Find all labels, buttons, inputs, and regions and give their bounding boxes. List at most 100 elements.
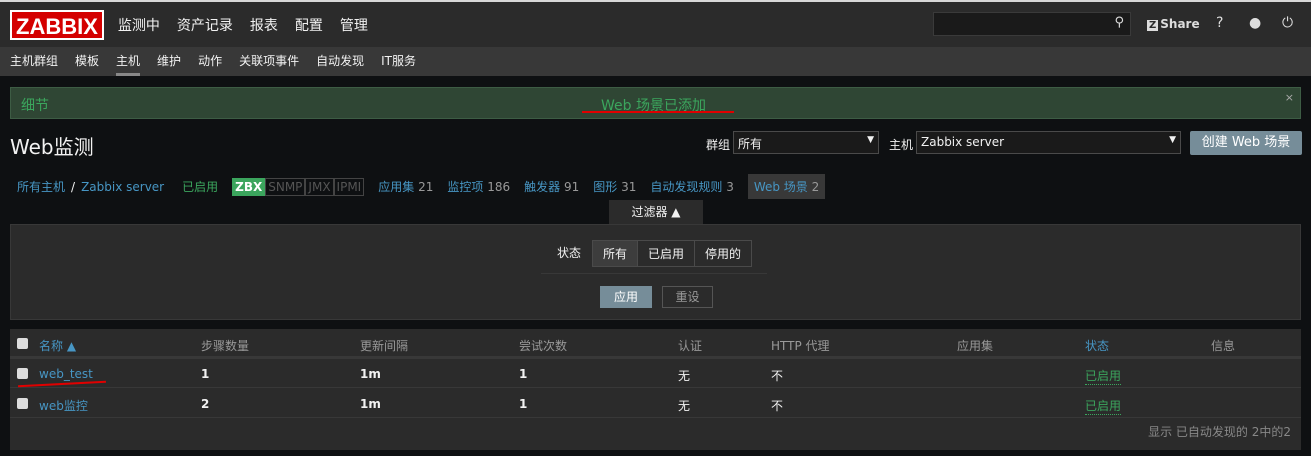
status-option-all[interactable]: 所有 [593,241,639,266]
main-menu: 监测中 资产记录 报表 配置 管理 [118,15,385,35]
submenu-templates[interactable]: 模板 [75,47,99,76]
help-icon[interactable]: ? [1216,15,1223,31]
status-option-enabled[interactable]: 已启用 [638,241,696,266]
host-link[interactable]: Zabbix server [81,180,164,194]
success-message: 细节 Web 场景已添加 × [10,87,1301,119]
host-select[interactable]: Zabbix server ▼ [916,131,1181,154]
submenu-actions[interactable]: 动作 [198,47,222,76]
steps: 2 [201,397,210,411]
all-hosts-link[interactable]: 所有主机 [17,178,65,195]
share-logo: Z [1147,20,1159,31]
submenu-maintenance[interactable]: 维护 [157,47,181,76]
status-toggle[interactable]: 已启用 [1085,397,1122,415]
interval: 1m [360,367,381,381]
share-label: Share [1160,17,1200,31]
details-link[interactable]: 细节 [21,95,49,115]
link-count: 31 [621,180,637,194]
tag-zbx: ZBX [232,177,266,196]
link-count: 186 [487,180,511,194]
row-checkbox[interactable] [17,368,28,379]
header-name[interactable]: 名称 ▲ [39,337,76,354]
search-input[interactable]: ⚲ [933,12,1131,36]
header-info: 信息 [1211,339,1236,353]
host-status[interactable]: 已启用 [182,178,218,195]
header-attempts: 尝试次数 [519,339,568,353]
http-proxy: 不 [771,399,784,413]
scenario-name-link[interactable]: web_test [39,367,93,381]
status-label: 状态 [557,246,582,260]
header-auth: 认证 [678,339,703,353]
triggers-link[interactable]: 触发器 91 [524,178,579,195]
header-interval: 更新间隔 [360,339,409,353]
table-footer-count: 显示 已自动发现的 2中的2 [1148,425,1291,439]
select-all-checkbox[interactable] [17,338,28,349]
search-icon[interactable]: ⚲ [1114,15,1124,30]
menu-administration[interactable]: 管理 [340,15,368,35]
tag-snmp: SNMP [265,177,306,196]
share-button[interactable]: Z Share [1147,17,1200,31]
auth: 无 [678,369,691,383]
power-icon[interactable]: ⏻ [1282,15,1293,31]
link-count: 3 [726,180,734,194]
link-count: 91 [563,180,580,194]
user-icon[interactable]: ● [1249,15,1261,31]
header-applications: 应用集 [957,339,994,353]
link-label: 触发器 [524,180,561,194]
group-value: 所有 [738,137,763,151]
menu-inventory[interactable]: 资产记录 [177,15,233,35]
host-value: Zabbix server [921,135,1005,149]
link-label: Web 场景 [753,180,808,194]
interval: 1m [360,397,381,411]
submenu-event-correlation[interactable]: 关联项事件 [239,47,299,76]
apply-button[interactable]: 应用 [600,286,652,308]
auth: 无 [678,399,691,413]
chevron-down-icon: ▼ [867,135,874,145]
close-icon[interactable]: × [1285,91,1294,104]
attempts: 1 [519,367,528,381]
header-steps: 步骤数量 [201,339,250,353]
availability-tags: ZBX SNMP JMX IPMI [232,177,365,196]
graphs-link[interactable]: 图形 31 [593,178,636,195]
http-proxy: 不 [771,369,784,383]
chevron-down-icon: ▼ [1169,135,1176,145]
table-row: web监控 2 1m 1 无 不 已启用 [10,389,1301,418]
reset-button[interactable]: 重设 [662,286,713,308]
steps: 1 [201,367,210,381]
status-toggle[interactable]: 已启用 [1085,367,1122,385]
items-link[interactable]: 监控项 186 [447,178,510,195]
menu-reports[interactable]: 报表 [250,15,278,35]
web-scenarios-table: 名称 ▲ 步骤数量 更新间隔 尝试次数 认证 HTTP 代理 应用集 状态 信息… [10,329,1301,450]
host-label: 主机 [889,138,914,152]
link-label: 监控项 [447,180,484,194]
host-breadcrumb: 所有主机 / Zabbix server 已启用 ZBX SNMP JMX IP… [17,174,839,199]
link-count: 21 [418,180,434,194]
header-http-proxy: HTTP 代理 [771,339,830,353]
table-row: web_test 1 1m 1 无 不 已启用 [10,359,1301,388]
discovery-rules-link[interactable]: 自动发现规则 3 [650,178,733,195]
row-checkbox[interactable] [17,398,28,409]
header-status[interactable]: 状态 [1085,337,1109,354]
applications-link[interactable]: 应用集 21 [378,178,433,195]
tag-jmx: JMX [305,177,334,196]
scenario-name-link[interactable]: web监控 [39,397,88,414]
status-segmented-control: 所有 已启用 停用的 [592,240,753,267]
link-count: 2 [811,180,820,194]
submenu-host-groups[interactable]: 主机群组 [10,47,58,76]
submenu-hosts[interactable]: 主机 [116,47,141,76]
web-scenarios-tab[interactable]: Web 场景 2 [747,174,826,199]
table-header: 名称 ▲ 步骤数量 更新间隔 尝试次数 认证 HTTP 代理 应用集 状态 信息 [10,329,1301,359]
tag-ipmi: IPMI [333,177,365,196]
submenu-it-services[interactable]: IT服务 [381,47,416,76]
status-option-disabled[interactable]: 停用的 [695,241,751,266]
attempts: 1 [519,397,528,411]
group-select[interactable]: 所有 ▼ [733,131,879,154]
link-label: 应用集 [378,180,415,194]
filter-tab[interactable]: 过滤器 ▲ [609,200,703,224]
link-label: 自动发现规则 [650,180,723,194]
submenu-discovery[interactable]: 自动发现 [316,47,364,76]
zabbix-logo[interactable]: ZABBIX [10,9,104,40]
menu-configuration[interactable]: 配置 [295,15,323,35]
create-web-scenario-button[interactable]: 创建 Web 场景 [1190,131,1302,155]
divider [541,273,767,274]
menu-monitoring[interactable]: 监测中 [118,15,160,35]
